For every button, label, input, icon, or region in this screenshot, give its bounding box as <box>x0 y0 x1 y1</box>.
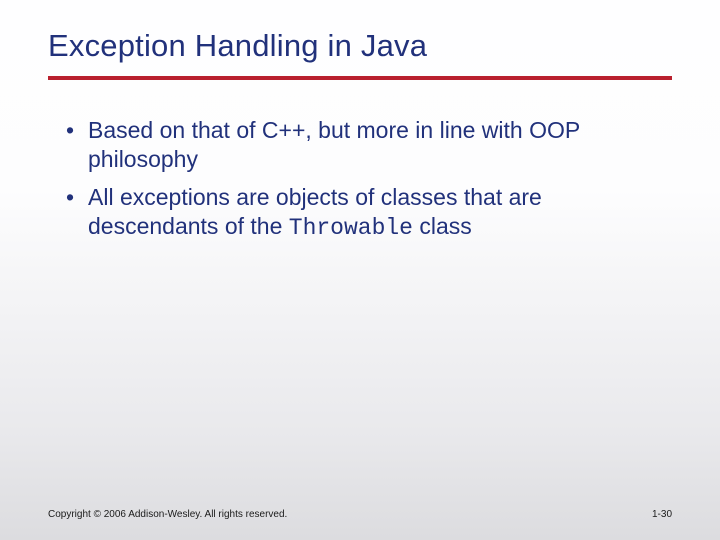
bullet-code: Throwable <box>289 215 413 241</box>
list-item: All exceptions are objects of classes th… <box>66 183 672 244</box>
copyright-text: Copyright © 2006 Addison-Wesley. All rig… <box>48 509 287 520</box>
bullet-text: Based on that of C++, but more in line w… <box>88 117 580 172</box>
slide: Exception Handling in Java Based on that… <box>0 0 720 540</box>
bullet-text-post: class <box>413 213 472 239</box>
list-item: Based on that of C++, but more in line w… <box>66 116 672 177</box>
bullet-list: Based on that of C++, but more in line w… <box>48 116 672 244</box>
page-title: Exception Handling in Java <box>48 28 672 76</box>
footer: Copyright © 2006 Addison-Wesley. All rig… <box>48 509 672 520</box>
page-number: 1-30 <box>652 509 672 520</box>
title-rule <box>48 76 672 80</box>
